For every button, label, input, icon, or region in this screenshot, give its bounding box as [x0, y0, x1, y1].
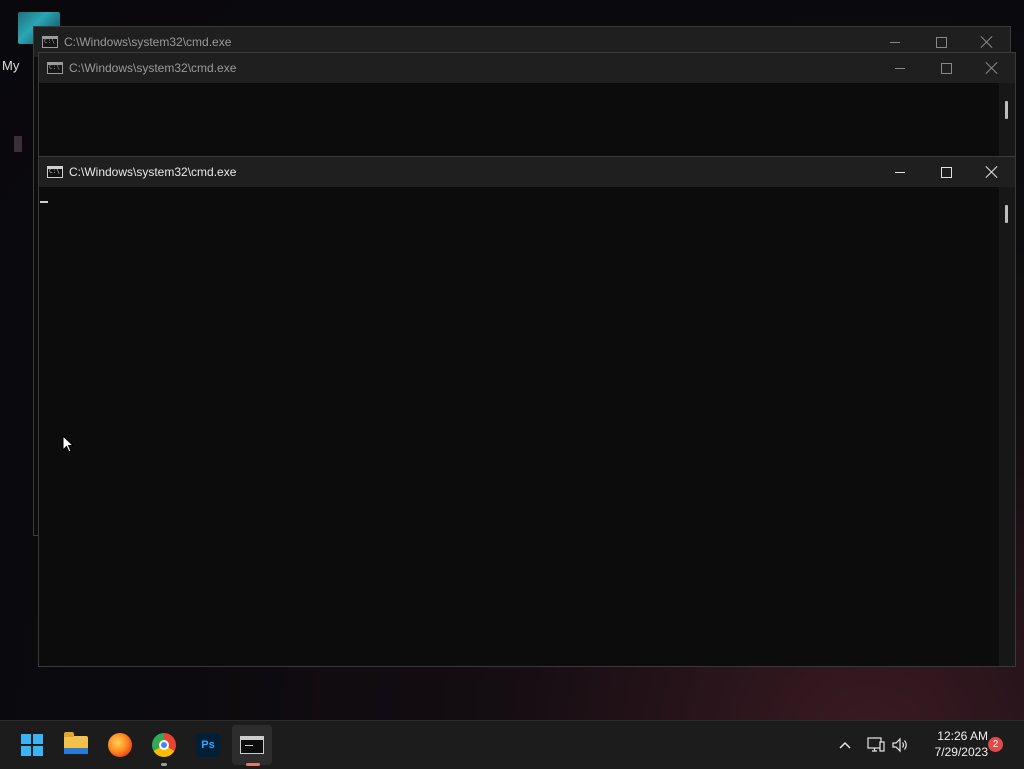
firefox-button[interactable]	[104, 729, 136, 761]
scroll-thumb[interactable]	[1005, 101, 1008, 119]
volume-icon	[892, 737, 907, 753]
cmd-app-icon	[47, 62, 63, 74]
titlebar[interactable]: C:\Windows\system32\cmd.exe	[39, 157, 1015, 187]
volume-button[interactable]	[890, 735, 910, 755]
cmd-icon	[240, 736, 264, 754]
file-explorer-button[interactable]	[60, 729, 92, 761]
show-hidden-icons-button[interactable]	[835, 735, 855, 755]
clock-time: 12:26 AM	[937, 729, 988, 743]
cmd-window-middle[interactable]: C:\Windows\system32\cmd.exe	[38, 52, 1016, 172]
taskbar: Ps 12:26 AM 7/29/2023 2	[0, 720, 1024, 769]
vertical-scrollbar[interactable]	[999, 187, 1015, 666]
minimize-icon	[890, 41, 900, 43]
minimize-button[interactable]	[877, 53, 923, 83]
desktop-shortcut-label: My	[2, 58, 20, 73]
close-button[interactable]	[969, 53, 1015, 83]
maximize-icon	[940, 166, 952, 178]
maximize-icon	[940, 62, 952, 74]
close-button[interactable]	[969, 157, 1015, 187]
minimize-icon	[895, 171, 905, 173]
window-title: C:\Windows\system32\cmd.exe	[69, 165, 237, 179]
chevron-up-icon	[839, 741, 851, 749]
cmd-app-icon	[42, 36, 58, 48]
command-prompt-button[interactable]	[236, 729, 268, 761]
notification-badge[interactable]: 2	[988, 737, 1003, 752]
photoshop-button[interactable]: Ps	[192, 729, 224, 761]
minimize-button[interactable]	[877, 157, 923, 187]
network-button[interactable]	[866, 735, 886, 755]
cmd-app-icon	[47, 166, 63, 178]
firefox-icon	[108, 733, 132, 757]
titlebar[interactable]: C:\Windows\system32\cmd.exe	[39, 53, 1015, 83]
photoshop-icon: Ps	[196, 733, 220, 757]
start-button[interactable]	[16, 729, 48, 761]
windows-logo-icon	[21, 734, 43, 756]
active-indicator	[246, 763, 260, 766]
maximize-button[interactable]	[923, 157, 969, 187]
maximize-button[interactable]	[923, 53, 969, 83]
clock-date: 7/29/2023	[934, 745, 988, 759]
minimize-icon	[895, 67, 905, 69]
chrome-icon	[152, 733, 176, 757]
close-icon	[986, 62, 998, 74]
console-text-cursor	[40, 201, 48, 203]
desktop-artifact	[14, 136, 22, 152]
cmd-window-active[interactable]: C:\Windows\system32\cmd.exe	[38, 156, 1016, 667]
chrome-button[interactable]	[148, 729, 180, 761]
scroll-thumb[interactable]	[1005, 205, 1008, 223]
running-indicator	[161, 763, 167, 766]
close-icon	[986, 166, 998, 178]
mouse-pointer-icon	[62, 435, 75, 453]
close-icon	[981, 36, 993, 48]
clock[interactable]: 12:26 AM 7/29/2023	[916, 728, 988, 760]
window-title: C:\Windows\system32\cmd.exe	[64, 35, 232, 49]
maximize-icon	[935, 36, 947, 48]
window-title: C:\Windows\system32\cmd.exe	[69, 61, 237, 75]
folder-icon	[64, 732, 88, 754]
network-icon	[867, 737, 885, 752]
